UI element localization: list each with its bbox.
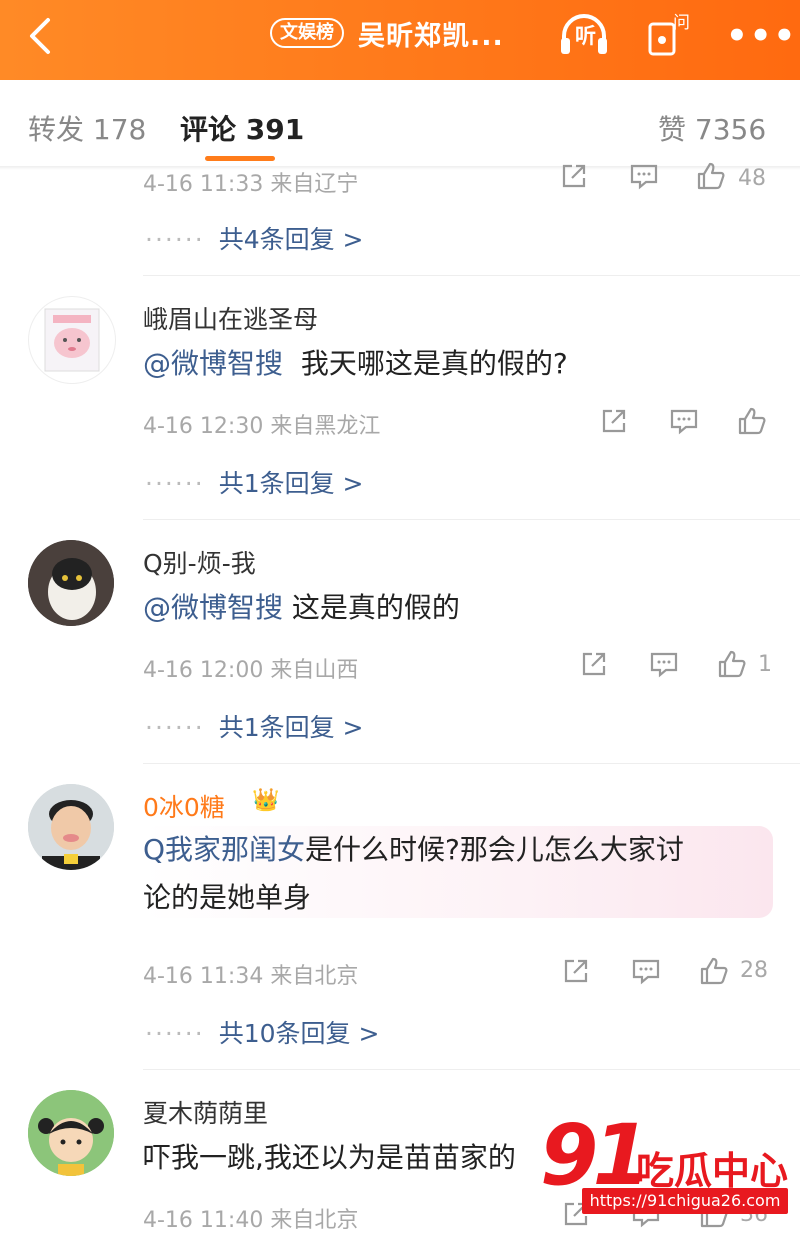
comment-body: 吓我一跳,我还以为是苗苗家的 (143, 1141, 516, 1174)
username[interactable]: 峨眉山在逃圣母 (143, 300, 318, 336)
watermark-brand: 吃瓜中心 (636, 1149, 789, 1193)
replies-label[interactable]: 共4条回复 > (219, 225, 364, 254)
crown-badge-icon: 👑 (252, 788, 280, 813)
replies-label[interactable]: 共1条回复 > (219, 469, 364, 498)
like-icon[interactable] (736, 405, 768, 441)
like-icon[interactable] (698, 955, 730, 991)
comment-meta: 4-16 11:34 来自北京 (143, 964, 359, 989)
avatar[interactable] (28, 540, 114, 626)
active-tab-indicator (205, 156, 275, 161)
like-icon[interactable] (716, 648, 748, 684)
like-count: 28 (740, 958, 768, 983)
like-count: 1 (758, 652, 772, 677)
ask-label[interactable]: 问 (673, 8, 690, 33)
search-topic-link[interactable]: Q我家那闺女 (143, 833, 305, 866)
comment-meta: 4-16 11:33 来自辽宁 (143, 172, 359, 197)
more-options-icon[interactable]: ••• (726, 16, 797, 56)
reply-icon[interactable] (668, 405, 700, 441)
share-icon[interactable] (578, 648, 610, 684)
username[interactable]: 夏木荫荫里 (143, 1094, 268, 1130)
listen-label[interactable]: 听 (575, 20, 596, 50)
vip-username[interactable]: 0冰0糖 (143, 788, 225, 824)
comment-meta: 4-16 11:40 来自北京 (143, 1208, 359, 1233)
comment-divider (143, 763, 800, 764)
comment-text: @微博智搜 我天哪这是真的假的? (143, 340, 568, 388)
reply-icon[interactable] (628, 160, 660, 196)
mention-link[interactable]: @微博智搜 (143, 347, 283, 380)
comment-text: Q我家那闺女是什么时候?那会儿怎么大家讨论的是她单身 (143, 826, 684, 922)
back-arrow-icon[interactable] (22, 16, 62, 56)
share-icon[interactable] (560, 955, 592, 991)
view-replies-link[interactable]: ······ 共4条回复 > (145, 220, 364, 256)
replies-label[interactable]: 共1条回复 > (219, 713, 364, 742)
comment-meta: 4-16 12:30 来自黑龙江 (143, 414, 381, 439)
tab-like[interactable]: 赞 7356 (658, 108, 766, 148)
mention-link[interactable]: @微博智搜 (143, 591, 283, 624)
tab-repost[interactable]: 转发 178 (28, 108, 146, 148)
comment-text: @微博智搜 这是真的假的 (143, 584, 460, 632)
reply-icon[interactable] (648, 648, 680, 684)
comment-divider (143, 1069, 800, 1070)
like-icon[interactable] (695, 160, 727, 196)
replies-label[interactable]: 共10条回复 > (219, 1019, 380, 1048)
username[interactable]: Q别-烦-我 (143, 544, 256, 580)
tab-comment[interactable]: 评论 391 (180, 108, 304, 148)
avatar[interactable] (28, 1090, 114, 1176)
topic-tag[interactable]: 文娱榜 (270, 18, 344, 48)
like-count: 48 (738, 166, 766, 191)
comment-body: 这是真的假的 (291, 591, 460, 624)
page-title: 吴昕郑凯... (358, 21, 504, 52)
comment-meta: 4-16 12:00 来自山西 (143, 658, 359, 683)
avatar[interactable] (28, 784, 114, 870)
comment-divider (143, 519, 800, 520)
top-bar: 文娱榜 吴昕郑凯... 听 问 ••• (0, 0, 800, 80)
reply-icon[interactable] (630, 955, 662, 991)
view-replies-link[interactable]: ······ 共1条回复 > (145, 464, 364, 500)
comment-divider (143, 275, 800, 276)
view-replies-link[interactable]: ······ 共10条回复 > (145, 1014, 379, 1050)
share-icon[interactable] (598, 405, 630, 441)
comment-body-line2: 论的是她单身 (143, 881, 312, 914)
view-replies-link[interactable]: ······ 共1条回复 > (145, 708, 364, 744)
comment-body-line1: 是什么时候?那会儿怎么大家讨 (305, 833, 684, 866)
red-envelope-ask-icon[interactable] (646, 8, 698, 60)
tab-bar: 转发 178 评论 391 赞 7356 (0, 80, 800, 168)
watermark-url: https://91chigua26.com (582, 1188, 788, 1214)
share-icon[interactable] (558, 160, 590, 196)
tab-divider (0, 166, 800, 170)
comment-body: 我天哪这是真的假的? (300, 347, 568, 380)
avatar[interactable] (28, 296, 116, 384)
